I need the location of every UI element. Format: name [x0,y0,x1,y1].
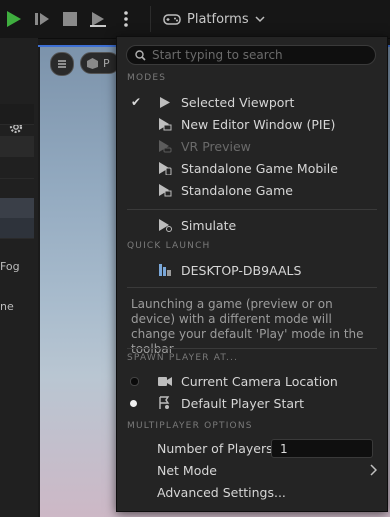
list-item[interactable] [0,218,34,239]
chevron-right-icon [370,464,377,476]
camera-icon [158,376,172,386]
menu-search [126,45,376,65]
search-icon [135,49,146,61]
toolbar-separator [150,6,151,32]
vr-preview-icon [159,140,172,153]
menu-divider [127,209,377,210]
check-icon: ✔ [131,95,142,109]
mode-selected-viewport[interactable]: ✔ Selected Viewport [117,91,385,113]
multiplayer-section-header: MULTIPLAYER OPTIONS [127,421,253,431]
spawn-current-camera[interactable]: Current Camera Location [117,370,385,392]
advanced-settings-row[interactable]: Advanced Settings... [117,483,385,503]
play-icon [160,96,170,108]
left-outliner-panel: Fog ne [0,38,38,517]
list-item[interactable] [0,198,34,219]
net-mode-row[interactable]: Net Mode [117,461,385,481]
net-mode-label: Net Mode [157,463,217,478]
menu-divider [127,287,377,288]
viewport-menu-button[interactable] [50,52,74,76]
spawn-label: Current Camera Location [181,373,338,389]
stop-button[interactable] [59,8,81,30]
quick-launch-section-header: QUICK LAUNCH [127,241,211,251]
radio-unselected-icon [130,376,139,386]
mode-new-editor-window[interactable]: New Editor Window (PIE) [117,113,385,135]
number-of-players-input[interactable]: 1 [271,439,373,458]
standalone-icon [159,184,172,197]
list-item[interactable] [0,136,34,157]
spawn-section-header: SPAWN PLAYER AT... [127,353,239,363]
player-start-icon [159,396,170,409]
mode-label: New Editor Window (PIE) [181,116,336,132]
spawn-label: Default Player Start [181,395,305,411]
editor-window-icon [159,118,172,131]
more-vertical-icon [124,11,128,27]
platforms-label: Platforms [187,11,249,27]
mode-standalone-game[interactable]: Standalone Game [117,179,385,201]
advanced-settings-label: Advanced Settings... [157,485,286,500]
simulate-label: Simulate [181,217,237,233]
stop-icon [63,12,77,26]
play-options-menu: MODES ✔ Selected Viewport New Editor Win… [116,36,388,512]
mode-standalone-game-mobile[interactable]: Standalone Game Mobile [117,157,385,179]
hamburger-icon [58,60,66,68]
spawn-default-player-start[interactable]: Default Player Start [117,392,385,414]
advance-frame-button[interactable] [31,8,53,30]
simulate-item[interactable]: Simulate [117,214,385,236]
mode-label: VR Preview [181,138,251,154]
viewport-perspective-button[interactable]: P [80,52,120,74]
cube-icon [87,58,98,69]
mode-label: Standalone Game [181,182,293,198]
mode-vr-preview[interactable]: VR Preview [117,135,385,157]
windows-device-icon [159,264,171,276]
viewport-pill-label: P [103,56,110,70]
outliner-label-fog: Fog [0,260,20,273]
list-item[interactable] [0,104,34,125]
play-options-button[interactable] [115,8,137,30]
radio-selected-icon [130,399,137,407]
advance-frame-icon [35,13,49,25]
chevron-down-icon [255,16,265,23]
platforms-button[interactable]: Platforms [163,7,265,31]
modes-section-header: MODES [127,73,167,83]
menu-divider [127,348,377,349]
mode-label: Selected Viewport [181,94,295,110]
search-input[interactable] [152,48,362,62]
main-toolbar: Platforms [0,0,390,39]
device-label: DESKTOP-DB9AALS [181,262,302,278]
outliner-label-ne: ne [0,300,14,313]
play-button[interactable] [3,8,25,30]
quick-launch-device[interactable]: DESKTOP-DB9AALS [117,259,385,281]
mobile-icon [159,162,172,175]
list-item[interactable] [0,158,34,179]
eject-icon [90,12,106,27]
gamepad-icon [163,14,181,25]
number-of-players-label: Number of Players [157,441,273,456]
mode-label: Standalone Game Mobile [181,160,338,176]
play-icon [7,11,21,27]
number-of-players-row: Number of Players 1 [117,439,385,459]
simulate-icon [159,219,172,232]
eject-button[interactable] [87,8,109,30]
